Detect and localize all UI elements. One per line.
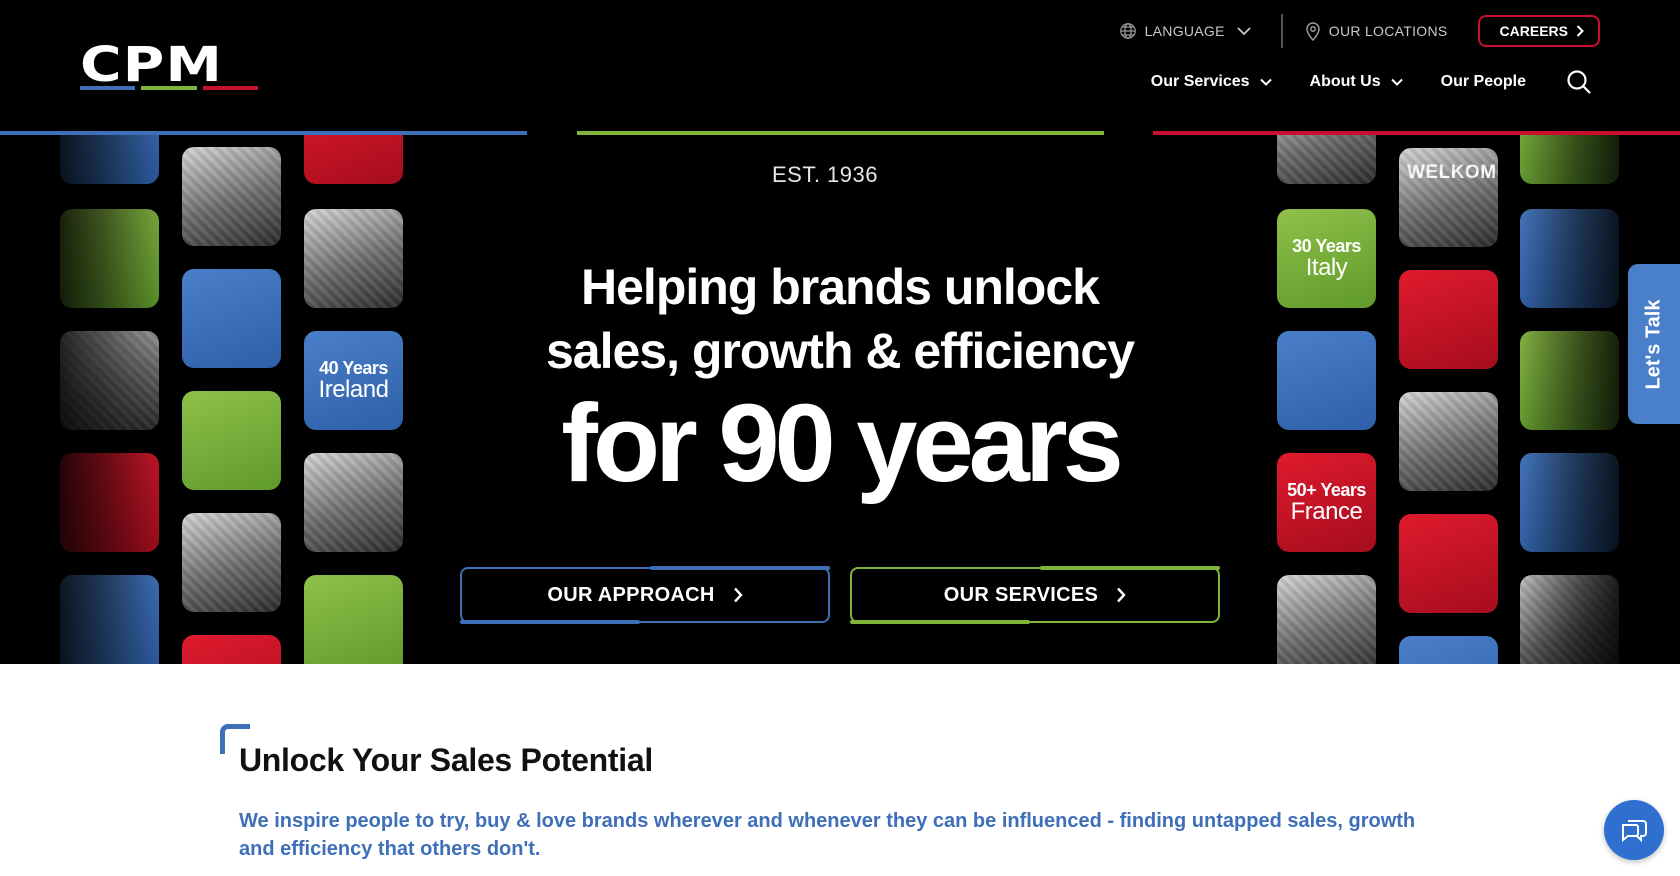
our-approach-button[interactable]: OUR APPROACH [460,566,830,624]
careers-label: CAREERS [1499,23,1568,39]
italy-years: 30 Years [1292,236,1361,256]
est-year: EST. 1936 [771,162,878,187]
hero-headline-line1: Helping brands unlock [581,259,1100,315]
hero-tile [1399,514,1498,613]
nav-our-people-label: Our People [1440,73,1526,90]
hero-section: 40 Years Ireland 30 Years Italy 50+ Year… [0,135,1680,664]
hero-headline-line2: sales, growth & efficiency [545,323,1135,379]
our-services-label: OUR SERVICES [943,583,1099,606]
nav-our-services[interactable]: Our Services [1151,73,1272,91]
hero-photo-tile [1277,575,1376,664]
button-accent [850,620,1030,624]
hero-photo-tile [182,513,281,612]
search-button[interactable] [1566,69,1592,95]
globe-icon [1119,23,1136,39]
language-selector[interactable]: LANGUAGE [1119,22,1259,40]
map-pin-icon [1306,22,1320,41]
nav-our-people[interactable]: Our People [1441,73,1526,91]
chat-icon [1621,820,1647,843]
logo-text: CPM [80,37,223,93]
hero-big-text: for 90 years [561,382,1124,505]
chevron-right-icon [1117,587,1126,603]
lets-talk-tab[interactable]: Let's Talk [1628,264,1680,424]
nav-about-us-label: About Us [1309,73,1381,90]
button-accent [1040,566,1220,570]
section-intro-text: We inspire people to try, buy & love bra… [239,810,1416,860]
locations-label: OUR LOCATIONS [1328,23,1448,39]
button-accent [460,620,640,624]
hero-tile [182,635,281,664]
chevron-right-icon [733,587,743,603]
site-header: CPM LANGUAGE OUR LOCATIONS CAREERS Our S… [0,0,1680,135]
chevron-right-icon [1576,25,1584,37]
our-approach-label: OUR APPROACH [547,583,715,606]
lets-talk-label: Let's Talk [1642,299,1665,389]
language-label: LANGUAGE [1144,23,1225,39]
nav-about-us[interactable]: About Us [1310,73,1403,91]
chevron-down-icon [1259,78,1272,86]
hero-tile [1399,636,1498,664]
our-services-button[interactable]: OUR SERVICES [850,566,1220,624]
chevron-down-icon [1390,78,1403,86]
our-locations-link[interactable]: OUR LOCATIONS [1305,21,1448,41]
chat-button[interactable] [1604,800,1664,860]
nav-our-services-label: Our Services [1150,73,1250,90]
utility-bar: LANGUAGE OUR LOCATIONS CAREERS [1119,14,1600,48]
hero-tile [304,575,403,664]
intro-section: Unlock Your Sales Potential We inspire p… [0,664,1680,876]
careers-button[interactable]: CAREERS [1477,15,1600,47]
hero-headline: Helping brands unlock sales, growth & ef… [0,255,1680,383]
button-accent [650,566,830,570]
chevron-down-icon [1237,27,1251,36]
cpm-logo[interactable]: CPM [80,37,258,93]
logo-color-bars [80,86,258,90]
main-nav: Our Services About Us Our People [1151,68,1592,96]
section-title: Unlock Your Sales Potential [239,742,653,778]
search-icon [1567,70,1591,94]
utility-divider [1280,14,1283,48]
